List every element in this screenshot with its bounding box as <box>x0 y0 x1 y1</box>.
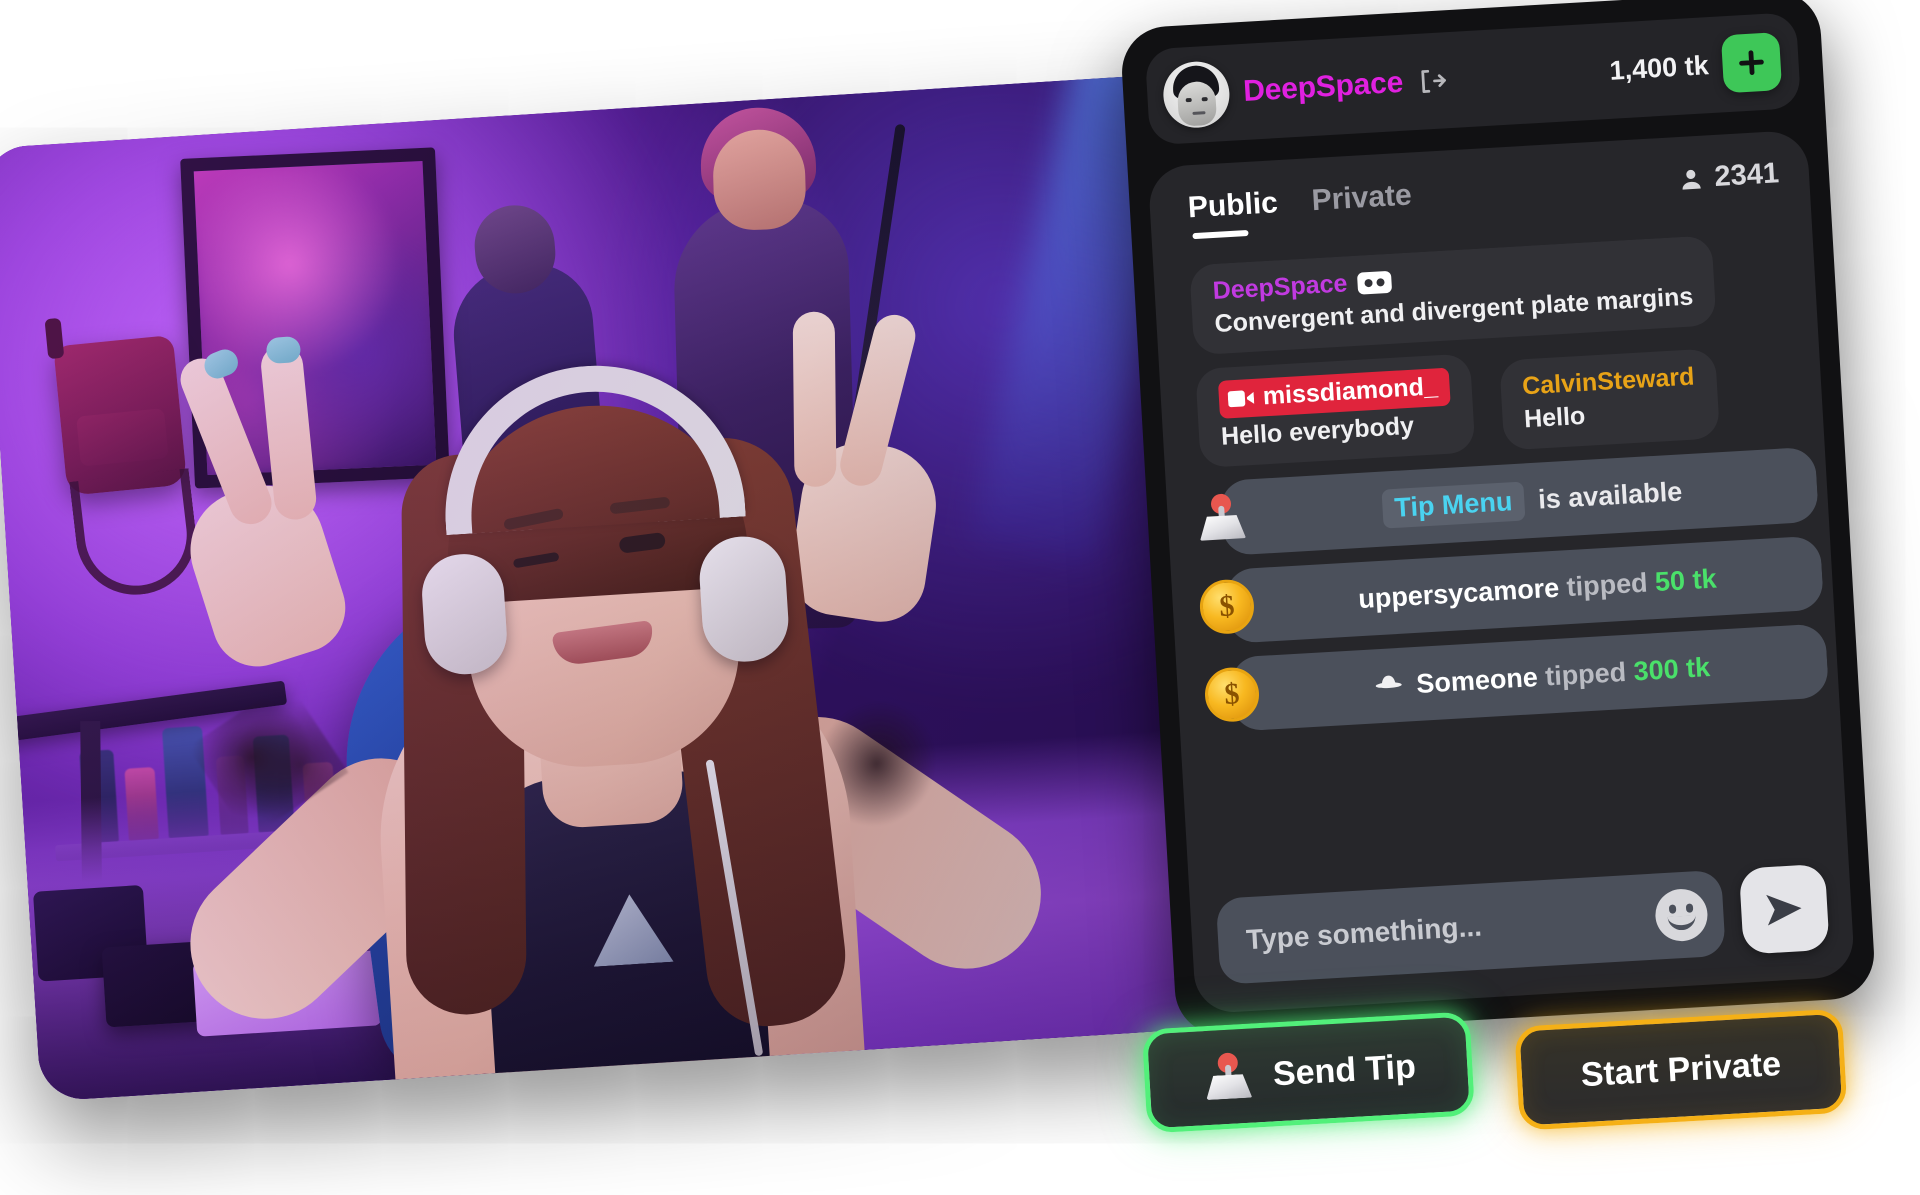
start-private-label: Start Private <box>1579 1044 1782 1094</box>
streamer <box>0 73 1239 1102</box>
smiley-icon[interactable] <box>1653 887 1709 943</box>
token-balance: 1,400 tk <box>1608 49 1710 86</box>
headphone-band <box>436 356 746 536</box>
message-input[interactable]: Type something... <box>1245 901 1656 957</box>
notice-pill: Tip Menu is available <box>1219 446 1820 556</box>
send-tip-button[interactable]: Send Tip <box>1141 1011 1476 1134</box>
send-button[interactable] <box>1738 863 1830 955</box>
add-tokens-button[interactable] <box>1720 32 1783 94</box>
person-icon <box>1683 169 1702 190</box>
tip-verb: tipped <box>1565 567 1649 602</box>
tip-amount: 50 tk <box>1654 563 1718 597</box>
chat-message: DeepSpace Convergent and divergent plate… <box>1189 235 1717 356</box>
spy-hat-icon <box>1374 673 1403 695</box>
vr-goggles-badge <box>1356 270 1392 295</box>
logout-icon[interactable] <box>1416 65 1448 97</box>
notice-text: is available <box>1537 476 1683 515</box>
tip-amount: 300 tk <box>1632 651 1711 686</box>
account-username[interactable]: DeepSpace <box>1242 66 1404 109</box>
message-text: Hello <box>1523 401 1586 434</box>
tip-text: Someone tipped 300 tk <box>1374 652 1711 702</box>
chat-message: missdiamond_ Hello everybody <box>1195 353 1476 469</box>
joystick-icon <box>1200 1050 1255 1105</box>
tipper-name: uppersycamore <box>1357 572 1560 614</box>
tipper-name: Someone <box>1415 661 1539 699</box>
headphone-cup-right <box>697 534 791 665</box>
chat-composer: Type something... <box>1215 863 1830 985</box>
send-icon <box>1766 894 1802 926</box>
chat-message-list[interactable]: DeepSpace Convergent and divergent plate… <box>1165 230 1836 864</box>
message-author[interactable]: CalvinSteward <box>1521 362 1695 401</box>
tip-menu-chip[interactable]: Tip Menu <box>1381 481 1526 529</box>
headphone-cup-left <box>419 551 510 677</box>
tab-public[interactable]: Public <box>1187 186 1280 239</box>
chat-panel: DeepSpace 1,400 tk Public Private 2341 D… <box>1119 0 1877 1038</box>
viewer-count: 2341 <box>1713 157 1780 193</box>
page-root: DeepSpace 1,400 tk Public Private 2341 D… <box>0 0 1920 1195</box>
viewer-count-group: 2341 <box>1678 157 1780 196</box>
joystick-icon <box>1192 489 1251 548</box>
tab-private[interactable]: Private <box>1311 178 1414 232</box>
tip-text: uppersycamore tipped 50 tk <box>1357 563 1717 615</box>
tip-pill: Someone tipped 300 tk <box>1229 623 1830 732</box>
tip-pill: uppersycamore tipped 50 tk <box>1224 535 1825 644</box>
chat-message: CalvinSteward Hello <box>1498 348 1720 451</box>
send-tip-label: Send Tip <box>1271 1046 1417 1093</box>
chat-card: Public Private 2341 DeepSpace Convergent… <box>1147 129 1856 1015</box>
camera-icon <box>1227 390 1255 407</box>
video-stream-panel[interactable] <box>0 73 1239 1102</box>
message-input-wrapper[interactable]: Type something... <box>1215 869 1726 985</box>
avatar[interactable] <box>1161 59 1232 130</box>
start-private-button[interactable]: Start Private <box>1514 1008 1848 1131</box>
tip-verb: tipped <box>1544 656 1627 692</box>
video-frame <box>0 73 1239 1102</box>
